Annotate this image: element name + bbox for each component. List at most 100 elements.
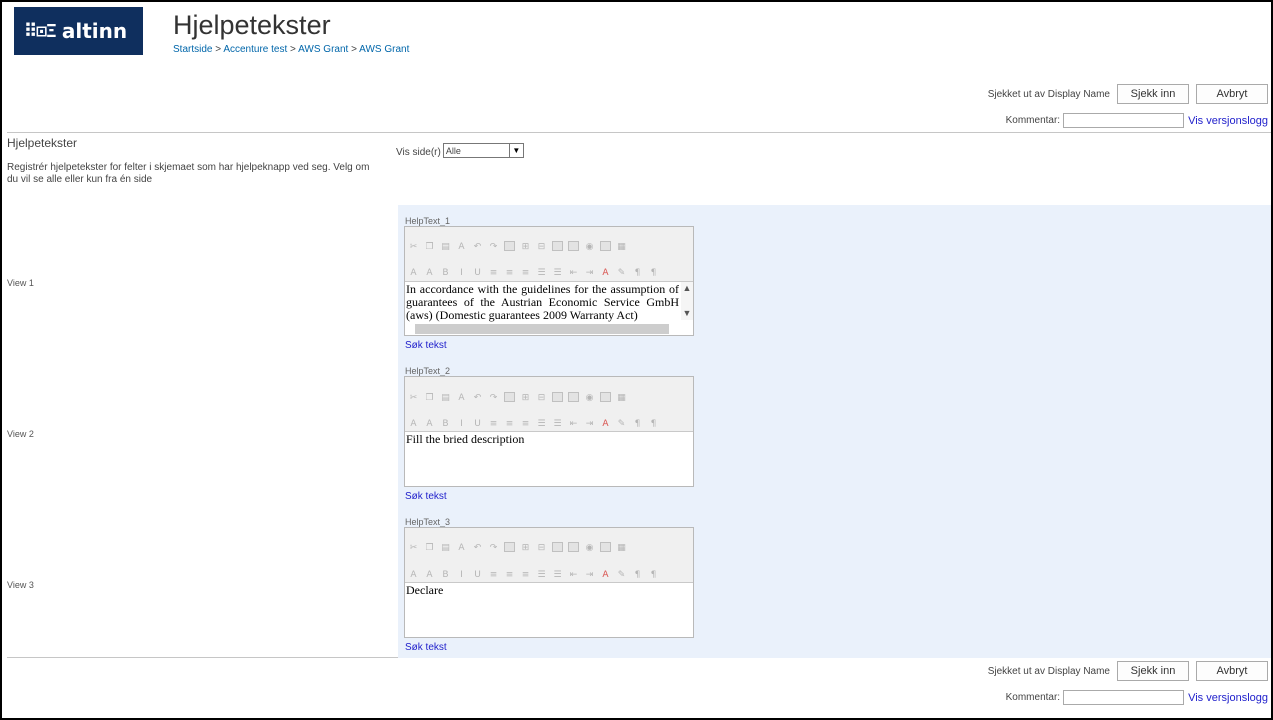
outdent-icon[interactable]: ⇤	[567, 266, 580, 279]
highlight-icon[interactable]: ✎	[615, 266, 628, 279]
spellcheck-icon[interactable]: A	[455, 240, 468, 253]
numbered-list-icon[interactable]: ☰	[535, 417, 548, 430]
rich-text-editor[interactable]: ✂ ❐ ▤ A ↶ ↷ ⊞ ⊟ ◉ ▦ A A B I U ≡ ≡ ≡ ☰ ☰ …	[404, 376, 694, 487]
undo-icon[interactable]: ↶	[471, 541, 484, 554]
paste-icon[interactable]: ▤	[439, 240, 452, 253]
altinn-logo[interactable]: ⠿⊡Ξ altinn	[14, 7, 143, 55]
font-color-icon[interactable]: A	[599, 266, 612, 279]
source-icon[interactable]: ▦	[615, 541, 628, 554]
align-left-icon[interactable]: ≡	[487, 266, 500, 279]
copy-icon[interactable]: ❐	[423, 541, 436, 554]
align-left-icon[interactable]: ≡	[487, 417, 500, 430]
highlight-icon[interactable]: ✎	[615, 417, 628, 430]
media-icon[interactable]: ◉	[583, 391, 596, 404]
indent-icon[interactable]: ⇥	[583, 266, 596, 279]
font-color-icon[interactable]: A	[599, 417, 612, 430]
comment-input[interactable]	[1063, 113, 1185, 128]
editor-content[interactable]: Fill the bried description	[405, 432, 693, 486]
rich-text-editor[interactable]: ✂ ❐ ▤ A ↶ ↷ ⊞ ⊟ ◉ ▦ A A B I U ≡ ≡ ≡ ☰ ☰ …	[404, 527, 694, 638]
image-icon[interactable]	[552, 241, 563, 251]
style-icon[interactable]: ⊟	[535, 240, 548, 253]
insert-icon[interactable]: ⊞	[519, 391, 532, 404]
page-filter-select[interactable]: Alle ▼	[442, 143, 524, 158]
ltr-icon[interactable]: ¶	[631, 568, 644, 581]
html-icon[interactable]	[600, 392, 611, 402]
cut-icon[interactable]: ✂	[407, 541, 420, 554]
breadcrumb-aws-grant-current[interactable]: AWS Grant	[359, 44, 409, 55]
cut-icon[interactable]: ✂	[407, 240, 420, 253]
align-center-icon[interactable]: ≡	[503, 568, 516, 581]
font-size-icon[interactable]: A	[423, 266, 436, 279]
cut-icon[interactable]: ✂	[407, 391, 420, 404]
indent-icon[interactable]: ⇥	[583, 568, 596, 581]
rtl-icon[interactable]: ¶	[647, 266, 660, 279]
checkin-button[interactable]: Sjekk inn	[1117, 661, 1189, 681]
align-center-icon[interactable]: ≡	[503, 266, 516, 279]
spellcheck-icon[interactable]: A	[455, 541, 468, 554]
search-text-link[interactable]: Søk tekst	[405, 642, 447, 653]
align-right-icon[interactable]: ≡	[519, 417, 532, 430]
rtl-icon[interactable]: ¶	[647, 568, 660, 581]
redo-icon[interactable]: ↷	[487, 541, 500, 554]
cancel-button[interactable]: Avbryt	[1196, 661, 1268, 681]
search-text-link[interactable]: Søk tekst	[405, 491, 447, 502]
undo-icon[interactable]: ↶	[471, 391, 484, 404]
cancel-button[interactable]: Avbryt	[1196, 84, 1268, 104]
spellcheck-icon[interactable]: A	[455, 391, 468, 404]
scroll-down-icon[interactable]: ▼	[683, 307, 692, 320]
table-icon[interactable]	[504, 241, 515, 251]
ltr-icon[interactable]: ¶	[631, 417, 644, 430]
font-icon[interactable]: A	[407, 266, 420, 279]
source-icon[interactable]: ▦	[615, 391, 628, 404]
align-right-icon[interactable]: ≡	[519, 266, 532, 279]
outdent-icon[interactable]: ⇤	[567, 568, 580, 581]
media-icon[interactable]: ◉	[583, 240, 596, 253]
insert-icon[interactable]: ⊞	[519, 240, 532, 253]
italic-icon[interactable]: I	[455, 568, 468, 581]
italic-icon[interactable]: I	[455, 266, 468, 279]
vertical-scrollbar[interactable]: ▲ ▼	[681, 282, 693, 320]
redo-icon[interactable]: ↷	[487, 391, 500, 404]
italic-icon[interactable]: I	[455, 417, 468, 430]
checkin-button[interactable]: Sjekk inn	[1117, 84, 1189, 104]
editor-content[interactable]: In accordance with the guidelines for th…	[405, 282, 693, 336]
highlight-icon[interactable]: ✎	[615, 568, 628, 581]
rtl-icon[interactable]: ¶	[647, 417, 660, 430]
version-log-link[interactable]: Vis versjonslogg	[1188, 115, 1268, 127]
redo-icon[interactable]: ↷	[487, 240, 500, 253]
align-center-icon[interactable]: ≡	[503, 417, 516, 430]
image-icon[interactable]	[552, 542, 563, 552]
copy-icon[interactable]: ❐	[423, 391, 436, 404]
font-size-icon[interactable]: A	[423, 568, 436, 581]
version-log-link[interactable]: Vis versjonslogg	[1188, 692, 1268, 704]
underline-icon[interactable]: U	[471, 568, 484, 581]
search-text-link[interactable]: Søk tekst	[405, 340, 447, 351]
breadcrumb-aws-grant[interactable]: AWS Grant	[298, 44, 348, 55]
scroll-up-icon[interactable]: ▲	[683, 282, 692, 295]
comment-input[interactable]	[1063, 690, 1185, 705]
link-icon[interactable]	[568, 392, 579, 402]
paste-icon[interactable]: ▤	[439, 541, 452, 554]
breadcrumb-accenture-test[interactable]: Accenture test	[223, 44, 287, 55]
copy-icon[interactable]: ❐	[423, 240, 436, 253]
numbered-list-icon[interactable]: ☰	[535, 266, 548, 279]
undo-icon[interactable]: ↶	[471, 240, 484, 253]
paste-icon[interactable]: ▤	[439, 391, 452, 404]
bullet-list-icon[interactable]: ☰	[551, 568, 564, 581]
style-icon[interactable]: ⊟	[535, 391, 548, 404]
font-size-icon[interactable]: A	[423, 417, 436, 430]
table-icon[interactable]	[504, 542, 515, 552]
font-color-icon[interactable]: A	[599, 568, 612, 581]
font-icon[interactable]: A	[407, 417, 420, 430]
html-icon[interactable]	[600, 241, 611, 251]
table-icon[interactable]	[504, 392, 515, 402]
outdent-icon[interactable]: ⇤	[567, 417, 580, 430]
bullet-list-icon[interactable]: ☰	[551, 266, 564, 279]
insert-icon[interactable]: ⊞	[519, 541, 532, 554]
numbered-list-icon[interactable]: ☰	[535, 568, 548, 581]
bullet-list-icon[interactable]: ☰	[551, 417, 564, 430]
style-icon[interactable]: ⊟	[535, 541, 548, 554]
link-icon[interactable]	[568, 241, 579, 251]
align-right-icon[interactable]: ≡	[519, 568, 532, 581]
source-icon[interactable]: ▦	[615, 240, 628, 253]
